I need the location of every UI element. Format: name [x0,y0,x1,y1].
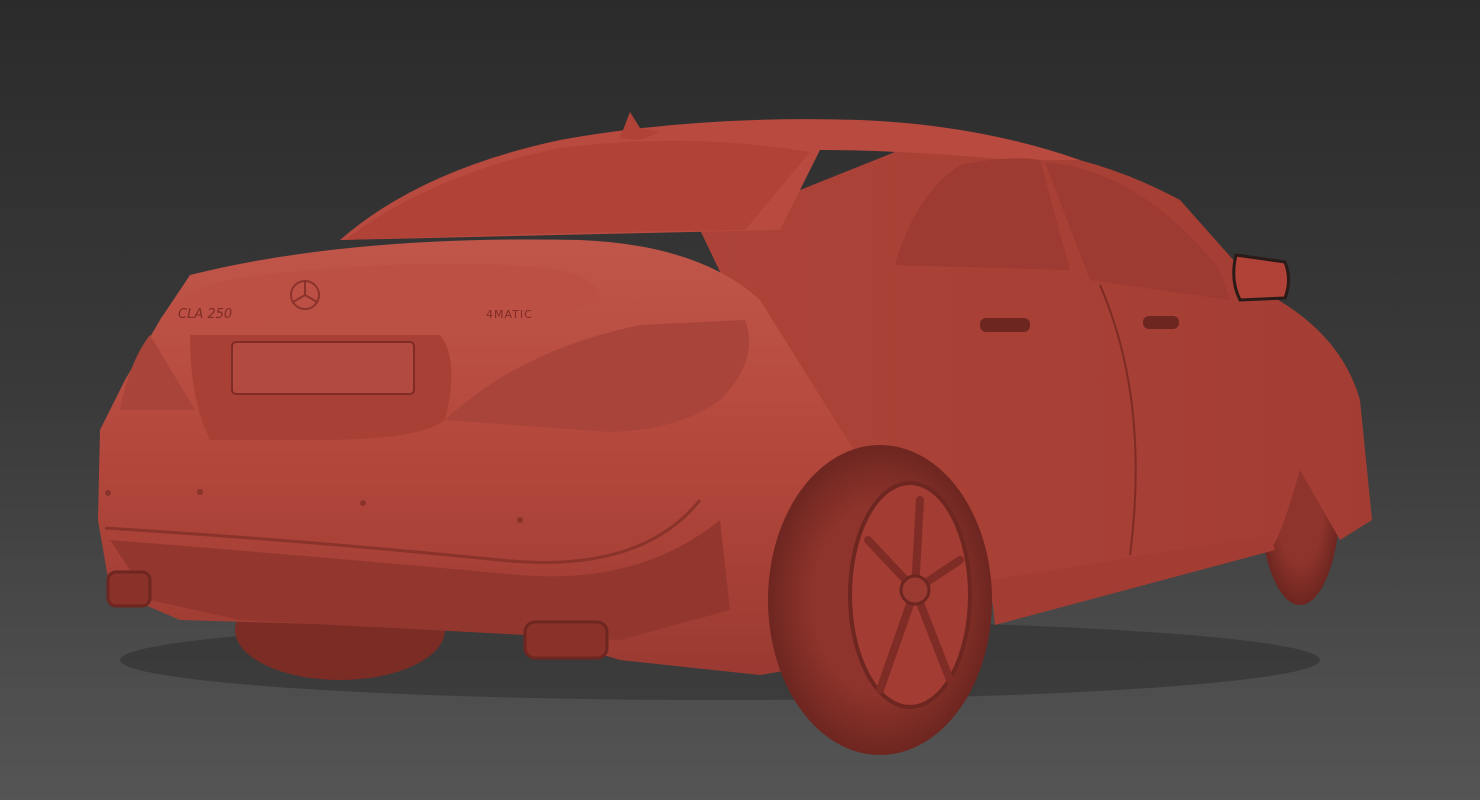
model-badge: CLA 250 [178,307,232,322]
side-mirror [1232,253,1290,302]
drive-badge: 4MATIC [486,308,533,321]
door-handle-rear [980,318,1030,332]
license-plate [231,341,415,395]
door-handle-front [1143,316,1179,329]
wheel-hub [899,574,931,606]
exhaust-left [106,570,152,608]
exhaust-right [523,620,609,660]
car-render: CLA 250 4MATIC [98,112,1372,755]
